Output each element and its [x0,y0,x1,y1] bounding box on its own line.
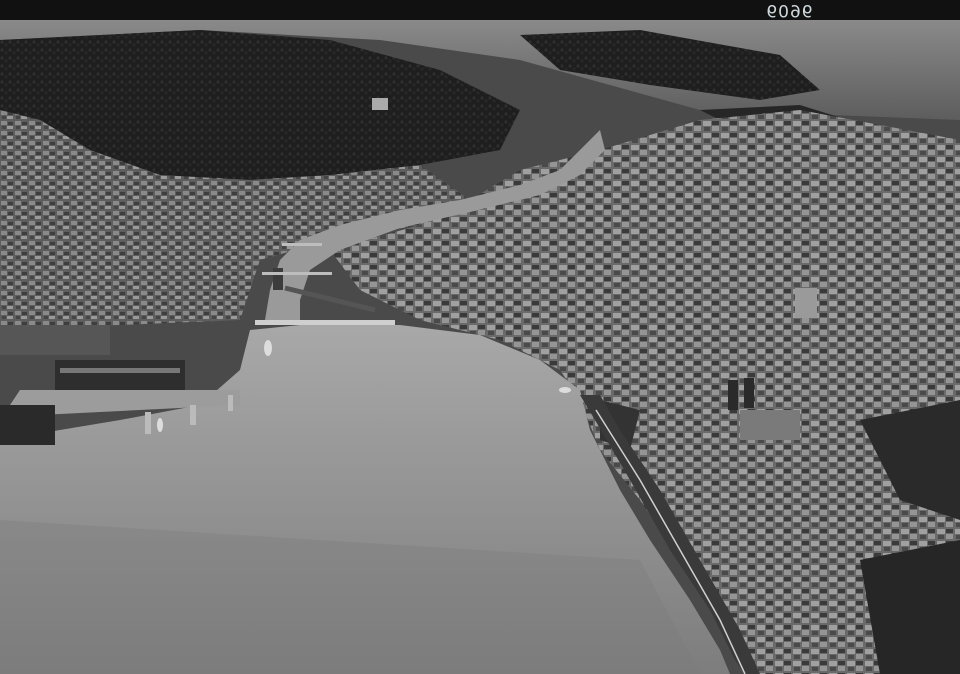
aerial-photograph [0,0,960,674]
plate-number: 6096 [766,0,814,20]
